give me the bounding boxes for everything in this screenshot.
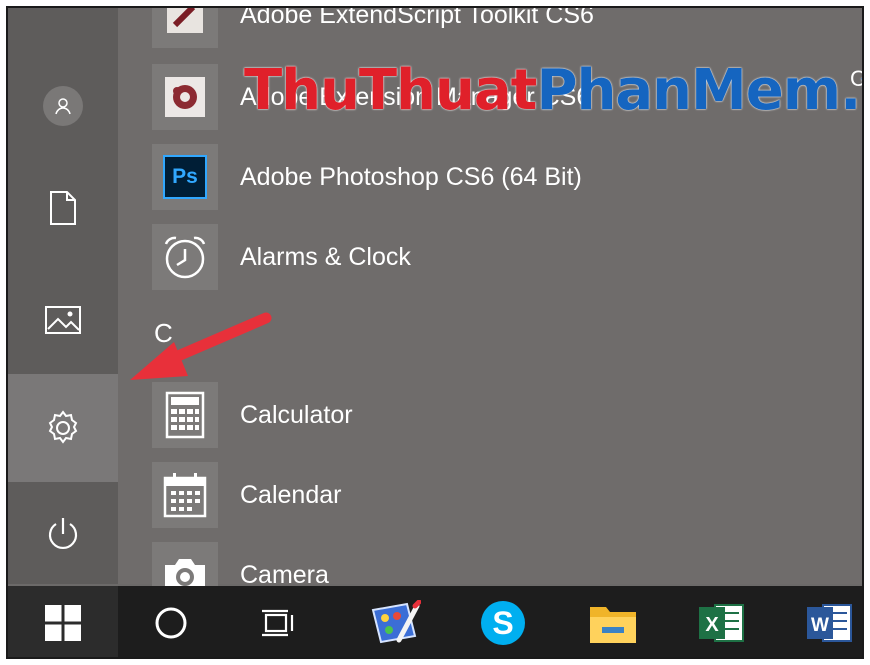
start-menu: Adobe ExtendScript Toolkit CS6 Adobe Ext… [8,6,862,608]
photoshop-icon: Ps [152,144,218,210]
app-item-calendar[interactable]: Calendar [152,458,852,532]
cortana-search-icon [155,607,187,638]
skype-icon: S [481,600,525,645]
watermark-logo: ThuThuatPhanMem.vn [244,58,862,123]
word-icon: W [807,603,852,642]
power-button[interactable] [8,484,118,584]
windows-start-icon [45,604,81,641]
app-label: Calculator [240,400,353,429]
file-explorer-icon [590,606,636,643]
svg-text:S: S [492,605,513,641]
word-button[interactable]: W [792,586,862,657]
skype-button[interactable]: S [466,586,540,657]
start-side-rail [8,8,118,584]
documents-icon [50,191,76,225]
settings-gear-icon [48,410,78,444]
paint-app-icon [371,599,421,643]
cortana-search-button[interactable] [134,586,208,657]
calendar-icon [152,462,218,528]
app-label: Alarms & Clock [240,242,411,271]
excel-button[interactable]: X [684,586,758,657]
excel-glyph: X [705,614,719,636]
paint-app-button[interactable] [358,586,432,657]
app-label: Adobe ExtendScript Toolkit CS6 [240,6,594,29]
settings-button[interactable] [8,374,118,482]
adobe-extension-manager-icon [152,64,218,130]
documents-button[interactable] [8,158,118,258]
app-label: Adobe Photoshop CS6 (64 Bit) [240,162,582,191]
pictures-button[interactable] [8,270,118,370]
photoshop-glyph: Ps [163,155,207,199]
app-item-photoshop[interactable]: Ps Adobe Photoshop CS6 (64 Bit) [152,140,852,214]
word-glyph: W [811,615,829,636]
app-label: Calendar [240,480,342,509]
annotation-arrow [130,312,272,380]
app-item-alarms-clock[interactable]: Alarms & Clock [152,220,852,294]
alarm-clock-icon [152,224,218,290]
power-icon [48,518,78,549]
user-account-button[interactable] [8,56,118,156]
pictures-icon [45,306,81,334]
app-item-extendscript[interactable]: Adobe ExtendScript Toolkit CS6 [152,6,852,52]
taskbar: S X W [8,586,862,657]
adobe-extendscript-icon [152,8,218,48]
excel-icon: X [699,603,744,642]
screenshot-frame: Adobe ExtendScript Toolkit CS6 Adobe Ext… [6,6,864,659]
task-view-button[interactable] [242,586,316,657]
task-view-icon [262,609,294,636]
user-avatar-icon [43,86,83,126]
file-explorer-button[interactable] [576,586,650,657]
start-button[interactable] [26,586,100,657]
